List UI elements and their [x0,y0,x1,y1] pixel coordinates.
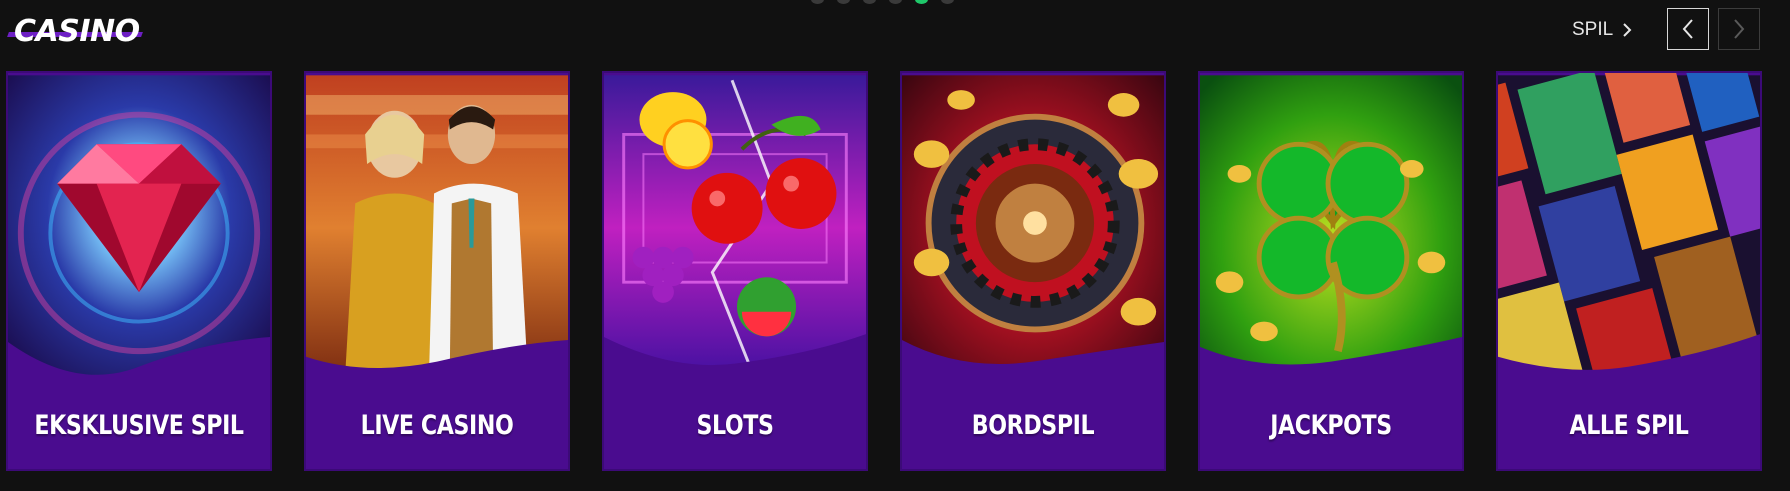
category-card-jackpots[interactable]: JACKPOTS [1198,71,1464,471]
category-cards: EKSKLUSIVE SPIL LIVE CASINO SLOTS BORDSP… [6,71,1762,471]
card-label: LIVE CASINO [360,410,514,441]
carousel-dot[interactable] [863,0,876,4]
spil-link[interactable]: SPIL [1572,16,1633,44]
card-label: ALLE SPIL [1569,410,1689,441]
section-title-wrap: CASINO [7,12,143,52]
category-card-alle-spil[interactable]: ALLE SPIL [1496,71,1762,471]
category-card-slots[interactable]: SLOTS [602,71,868,471]
casino-header: CASINO SPIL [0,0,1790,66]
card-label: EKSKLUSIVE SPIL [34,410,244,441]
carousel-prev-button[interactable] [1667,8,1709,50]
card-label: SLOTS [696,410,774,441]
card-label: BORDSPIL [971,410,1095,441]
section-title: CASINO [14,14,140,49]
carousel-dot-active[interactable] [915,0,928,4]
carousel-dot[interactable] [811,0,824,4]
chevron-left-icon [1682,19,1693,39]
carousel-dot[interactable] [941,0,954,4]
carousel-dots [811,0,954,4]
category-card-live-casino[interactable]: LIVE CASINO [304,71,570,471]
carousel-dot[interactable] [889,0,902,4]
card-label: JACKPOTS [1270,410,1392,441]
category-card-bordspil[interactable]: BORDSPIL [900,71,1166,471]
category-card-eksklusive-spil[interactable]: EKSKLUSIVE SPIL [6,71,272,471]
carousel-dot[interactable] [837,0,850,4]
carousel-next-button[interactable] [1718,8,1760,50]
spil-link-label: SPIL [1572,19,1614,40]
chevron-right-icon [1734,19,1745,39]
chevron-right-icon [1623,23,1632,37]
